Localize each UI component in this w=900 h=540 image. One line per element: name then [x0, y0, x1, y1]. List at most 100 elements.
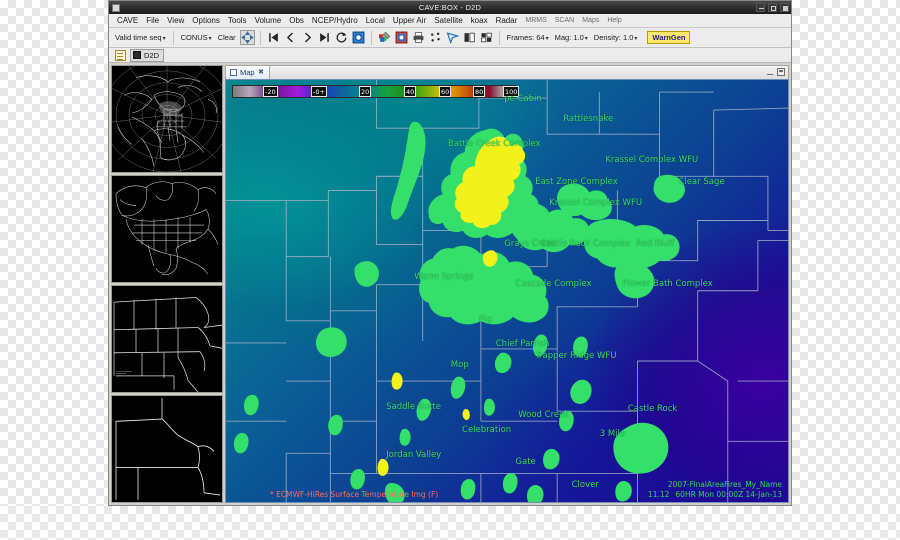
menu-bar: CAVE File View Options Tools Volume Obs …: [109, 14, 791, 28]
title-bar: CAVE:BOX - D2D: [109, 1, 791, 14]
four-pane-button[interactable]: [479, 30, 494, 45]
main-content-area: Map ✖ -20 -0+ 20 40 60 80 100 pe Cabin R…: [109, 63, 791, 505]
perspective-bar: D2D: [109, 48, 791, 63]
chevron-down-icon: ▾: [634, 36, 638, 42]
valid-time-seq-label: Valid time seq: [115, 33, 162, 42]
menu-koax[interactable]: koax: [467, 14, 492, 27]
transparent-background-left: [0, 0, 108, 540]
next-frame-button[interactable]: [300, 30, 315, 45]
chevron-left-icon: [286, 32, 293, 43]
fire-label: Saddle Butte: [386, 401, 441, 412]
fire-label: Warm Springs: [414, 272, 474, 283]
frames-dropdown[interactable]: Frames: 64▾: [505, 33, 551, 42]
menu-scan[interactable]: SCAN: [551, 14, 578, 27]
menu-volume[interactable]: Volume: [251, 14, 286, 27]
menu-options[interactable]: Options: [188, 14, 224, 27]
color-palette-icon: [378, 31, 390, 42]
editor-tab-bar: Map ✖: [225, 65, 789, 79]
thumbnail-polar-north-america[interactable]: [111, 65, 223, 173]
thumbnail-state-detail[interactable]: [111, 395, 223, 503]
maximize-button[interactable]: [768, 3, 777, 12]
transparent-background-right: [792, 0, 900, 540]
single-pane-button[interactable]: [462, 30, 477, 45]
menu-ncep-hydro[interactable]: NCEP/Hydro: [308, 14, 362, 27]
product-browser-button[interactable]: [394, 30, 409, 45]
fire-label: Rattlesnake: [563, 113, 614, 124]
pan-arrows-icon: [240, 31, 254, 44]
fire-label: pe Cabin: [504, 93, 542, 104]
fire-label: 3 Mile: [599, 429, 626, 440]
fire-label: Celebration: [462, 425, 512, 436]
fire-label: Flower Bath Complex: [622, 279, 713, 290]
side-view-panel-column: [111, 65, 223, 503]
clear-button[interactable]: Clear: [216, 33, 238, 42]
menu-satellite[interactable]: Satellite: [430, 14, 466, 27]
toolbar-separator: [370, 30, 372, 45]
image-thumbnail-icon: [395, 31, 408, 44]
menu-obs[interactable]: Obs: [285, 14, 308, 27]
map-editor: Map ✖ -20 -0+ 20 40 60 80 100 pe Cabin R…: [225, 65, 789, 503]
tab-icon: [230, 69, 237, 76]
magnification-dropdown[interactable]: Mag: 1.0▾: [553, 33, 590, 42]
chevron-right-icon: [304, 32, 311, 43]
window-title: CAVE:BOX - D2D: [418, 3, 482, 12]
scale-dropdown[interactable]: CONUS▾: [179, 33, 214, 42]
first-frame-button[interactable]: [266, 30, 281, 45]
menu-file[interactable]: File: [142, 14, 163, 27]
minimize-button[interactable]: [756, 3, 765, 12]
editor-panel-controls: [766, 68, 785, 76]
perspective-d2d-label: D2D: [144, 50, 160, 60]
menu-radar[interactable]: Radar: [492, 14, 522, 27]
toolbar-separator: [498, 30, 500, 45]
fire-label: Gate: [515, 456, 536, 467]
menu-tools[interactable]: Tools: [224, 14, 251, 27]
warngen-button[interactable]: WarnGen: [647, 31, 691, 44]
four-pane-layout-icon: [480, 32, 492, 43]
tab-map[interactable]: Map ✖: [226, 66, 270, 79]
open-perspective-icon[interactable]: [115, 49, 126, 61]
menu-upper-air[interactable]: Upper Air: [389, 14, 430, 27]
perspective-d2d[interactable]: D2D: [130, 48, 165, 62]
frames-label: Frames: 64: [506, 33, 545, 42]
print-button[interactable]: [411, 30, 426, 45]
thumbnail-regional-states[interactable]: [111, 285, 223, 393]
image-properties-button[interactable]: [377, 30, 392, 45]
points-tool-button[interactable]: [428, 30, 443, 45]
maximize-panel-icon[interactable]: [777, 68, 785, 76]
skip-to-first-icon: [268, 33, 278, 42]
fire-label: East Zone Complex: [535, 176, 618, 187]
baseline-tool-button[interactable]: [445, 30, 460, 45]
previous-frame-button[interactable]: [283, 30, 298, 45]
regional-states-map-graphic: [112, 286, 222, 392]
loop-button[interactable]: [334, 30, 349, 45]
menu-cave[interactable]: CAVE: [113, 14, 142, 27]
minimize-panel-icon[interactable]: [766, 68, 774, 76]
menu-mrms[interactable]: MRMS: [521, 14, 550, 27]
last-frame-button[interactable]: [317, 30, 332, 45]
loop-properties-button[interactable]: [351, 30, 366, 45]
menu-maps[interactable]: Maps: [578, 14, 603, 27]
chevron-down-icon: ▾: [208, 36, 212, 42]
cursor-arrow-icon: [446, 32, 459, 44]
fire-name-labels-layer: pe Cabin Rattlesnake Battle Creek Comple…: [226, 80, 788, 502]
fire-label: Battle Creek Complex: [447, 138, 541, 149]
density-dropdown[interactable]: Density: 1.0▾: [592, 33, 640, 42]
single-pane-layout-icon: [464, 32, 475, 43]
close-button[interactable]: [780, 3, 789, 12]
pan-tool-button[interactable]: [239, 30, 255, 45]
north-america-map-graphic: [112, 176, 222, 282]
valid-time-seq-dropdown[interactable]: Valid time seq▾: [113, 33, 168, 42]
cave-application-window: CAVE:BOX - D2D CAVE File View Options To…: [108, 0, 792, 506]
transparent-background-bottom: [0, 506, 900, 540]
magnification-label: Mag: 1.0: [554, 33, 584, 42]
thumbnail-north-america[interactable]: [111, 175, 223, 283]
menu-help[interactable]: Help: [603, 14, 625, 27]
menu-view[interactable]: View: [163, 14, 188, 27]
close-icon[interactable]: ✖: [258, 69, 265, 76]
fire-label: Red Bluff: [636, 239, 675, 250]
fire-label: Krassel Complex WFU: [605, 154, 699, 165]
map-display-canvas[interactable]: -20 -0+ 20 40 60 80 100 pe Cabin Rattles…: [225, 79, 789, 503]
fire-label: Wood Creek: [518, 410, 570, 421]
fire-label: Mop: [450, 359, 469, 370]
menu-local[interactable]: Local: [362, 14, 389, 27]
